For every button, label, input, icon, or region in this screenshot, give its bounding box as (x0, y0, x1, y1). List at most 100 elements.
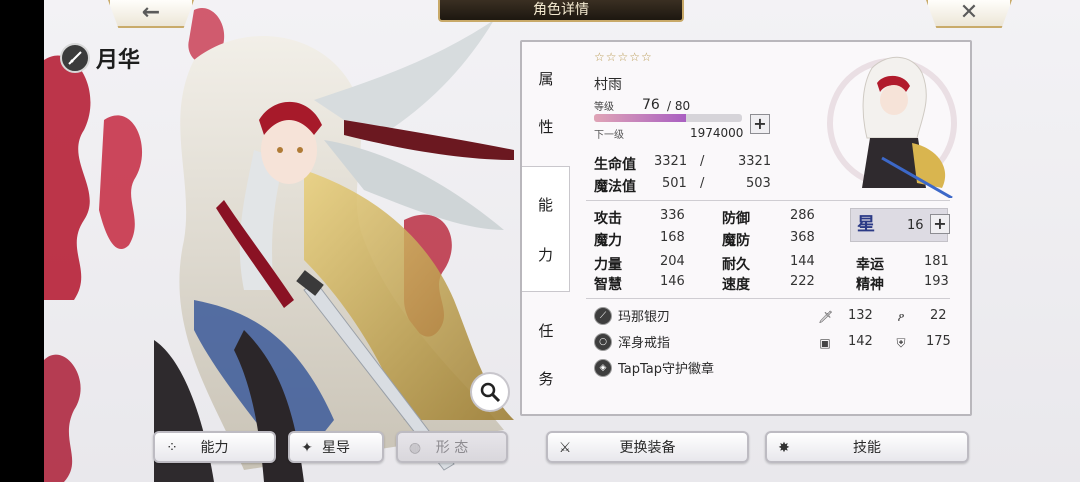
equip-stat-value: 132 (848, 308, 873, 323)
level-label: 等级 (594, 102, 614, 113)
four-dots-icon: ⁘ (166, 440, 178, 456)
character-info-panel: 属 性 能 力 任 务 ☆☆☆☆☆ 村雨 等级 76 / 80 下一级 1974… (520, 40, 972, 416)
stat-label: 力量 (594, 257, 622, 273)
page-title: 角色详情 (438, 0, 684, 22)
form-button[interactable]: ◍ 形 态 (396, 431, 508, 463)
stat-label: 幸运 (856, 257, 884, 273)
blade-icon: ⟋ (594, 306, 612, 325)
equipment-name: TapTap守护徽章 (618, 362, 715, 377)
hp-row: 生命值 3321 / 3321 (594, 154, 771, 174)
stat-dur: 耐久 144 (722, 254, 815, 274)
badge-icon: ◈ (594, 358, 612, 377)
zoom-art-button[interactable] (470, 372, 510, 412)
stat-value: 222 (790, 274, 815, 289)
character-name-label: 月华 (60, 42, 140, 74)
next-level-exp: 1974000 (690, 126, 744, 140)
magnifier-icon (480, 382, 501, 403)
stat-spi: 精神 193 (856, 274, 949, 294)
equipment-name: 玛那银刃 (618, 310, 671, 325)
tab-label-char: 能 (537, 195, 553, 214)
exp-progress-fill (594, 114, 686, 122)
back-arrow-icon: ← (141, 0, 161, 25)
stat-spd: 速度 222 (722, 274, 815, 294)
wand-stat-icon: ዖ (897, 310, 905, 324)
star-guide-plus-button[interactable]: + (930, 214, 950, 234)
stat-label: 智慧 (594, 277, 622, 293)
mp-label: 魔法值 (594, 179, 636, 195)
section-divider (586, 298, 950, 299)
tab-ability[interactable]: 能 力 (522, 166, 570, 292)
hp-slash: / (700, 154, 705, 169)
equip-stat-value: 142 (848, 334, 873, 349)
weapon-type-icon (60, 43, 90, 73)
chibi-portrait (827, 56, 957, 198)
armor-stat-icon: ▣ (819, 336, 831, 350)
stat-value: 181 (924, 254, 949, 269)
stat-label: 攻击 (594, 211, 622, 227)
exp-progress-bar (594, 114, 742, 122)
stat-value: 144 (790, 254, 815, 269)
ring-icon: ○ (594, 332, 612, 351)
stat-label: 魔防 (722, 233, 750, 249)
stat-label: 耐久 (722, 257, 750, 273)
button-label: 形 态 (435, 440, 469, 456)
button-label: 能力 (200, 440, 229, 456)
sword-icon: ⚔ (558, 440, 572, 456)
stat-atk: 攻击 336 (594, 208, 685, 228)
sparkle-icon: ✦ (301, 440, 313, 456)
section-divider (586, 200, 950, 201)
next-level-label: 下一级 (594, 130, 624, 141)
shield-stat-icon: ⛨ (896, 336, 906, 350)
mp-current: 501 (662, 176, 687, 191)
rarity-stars: ☆☆☆☆☆ (594, 50, 653, 64)
stat-str: 力量 204 (594, 254, 685, 274)
close-button[interactable]: ✕ (926, 0, 1012, 28)
mp-max: 503 (746, 176, 771, 191)
stat-label: 防御 (722, 211, 750, 227)
star-guide-button[interactable]: ✦ 星导 (288, 431, 384, 463)
skill-button[interactable]: ✸ 技能 (765, 431, 969, 463)
button-label: 技能 (853, 440, 881, 456)
stat-value: 204 (660, 254, 685, 269)
form-icon: ◍ (408, 440, 422, 456)
change-equipment-button[interactable]: ⚔ 更换装备 (546, 431, 749, 463)
tab-label-char: 力 (537, 245, 553, 264)
tab-label-char: 任 (538, 321, 554, 340)
equipment-item[interactable]: ⟋ 玛那银刃 (594, 306, 670, 325)
stat-label: 速度 (722, 277, 750, 293)
equip-stat-value: 22 (930, 308, 947, 323)
burst-icon: ✸ (778, 440, 790, 456)
hp-current: 3321 (654, 154, 688, 169)
button-label: 更换装备 (619, 440, 676, 456)
equipment-item[interactable]: ◈ TapTap守护徽章 (594, 358, 714, 377)
hp-max: 3321 (738, 154, 772, 169)
tab-label-char: 性 (538, 117, 554, 136)
level-value: 76 (642, 97, 660, 113)
weapon-class-name: 村雨 (594, 77, 622, 93)
level-up-plus-button[interactable]: + (750, 114, 770, 134)
panel-tabs: 属 性 能 力 任 务 (522, 42, 570, 414)
stat-value: 168 (660, 230, 685, 245)
back-button[interactable]: ← (108, 0, 194, 28)
close-icon: ✕ (959, 0, 979, 25)
stat-value: 286 (790, 208, 815, 223)
game-screen: ← 角色详情 ✕ 月华 属 性 能 力 任 务 ☆☆☆☆☆ 村雨 等级 76 /… (0, 0, 1080, 482)
ability-button[interactable]: ⁘ 能力 (153, 431, 276, 463)
stat-label: 魔力 (594, 233, 622, 249)
stat-value: 336 (660, 208, 685, 223)
character-name: 月华 (96, 48, 141, 73)
equip-stat-value: 175 (926, 334, 951, 349)
stat-luck: 幸运 181 (856, 254, 949, 274)
stat-value: 368 (790, 230, 815, 245)
stat-label: 精神 (856, 277, 884, 293)
mp-row: 魔法值 501 / 503 (594, 176, 771, 196)
stat-mdef: 魔防 368 (722, 230, 815, 250)
stat-value: 193 (924, 274, 949, 289)
tab-tasks[interactable]: 任 务 (522, 294, 570, 414)
tab-attributes[interactable]: 属 性 (522, 42, 570, 162)
hp-label: 生命值 (594, 157, 636, 173)
star-guide-icon: 星 (857, 214, 875, 235)
tab-label-char: 属 (538, 69, 554, 88)
sword-stat-icon: 🗡 (818, 310, 834, 324)
equipment-item[interactable]: ○ 浑身戒指 (594, 332, 670, 351)
